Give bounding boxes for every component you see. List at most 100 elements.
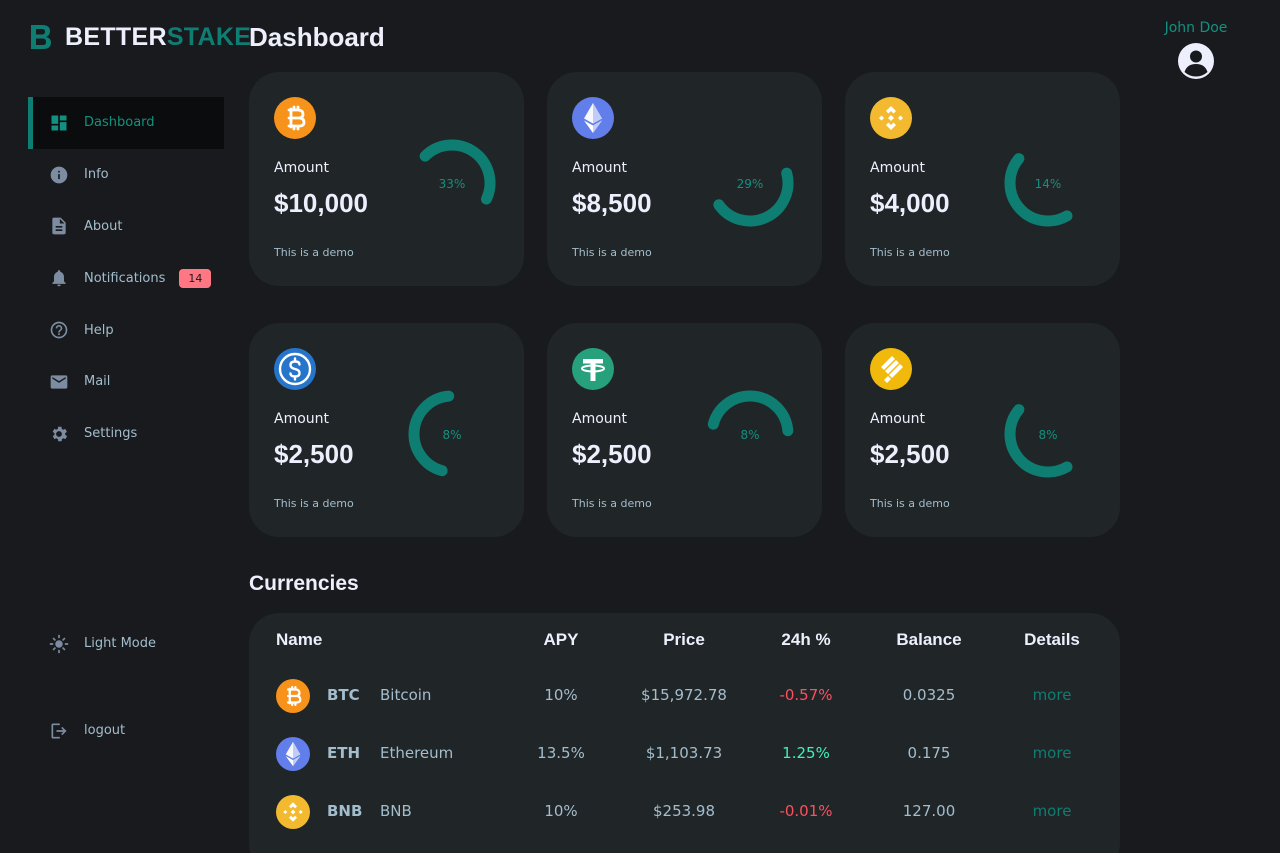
- currency-24h-change: 1.25%: [782, 744, 830, 762]
- column-header-24h-change: 24h %: [781, 630, 831, 649]
- user-profile[interactable]: John Doe: [1150, 20, 1242, 80]
- currency-symbol: BTC: [327, 686, 360, 704]
- info-icon: [48, 164, 70, 186]
- sidebar-item-mail[interactable]: Mail: [28, 356, 224, 408]
- bnb-icon: [276, 795, 310, 829]
- card-label: Amount: [572, 411, 628, 427]
- sidebar-item-label: Settings: [84, 426, 138, 442]
- table-row[interactable]: ETH Ethereum 13.5% $1,103.73 1.25% 0.175…: [249, 734, 1120, 774]
- sidebar-item-notifications[interactable]: Notifications 14: [28, 252, 224, 304]
- light-mode-toggle[interactable]: Light Mode: [28, 618, 224, 670]
- balance-card-eth[interactable]: Amount $8,500 This is a demo 29%: [547, 72, 822, 286]
- ethereum-icon: [572, 97, 614, 139]
- sidebar-item-label: Help: [84, 322, 114, 338]
- column-header-details: Details: [1024, 630, 1080, 649]
- sidebar-item-label: Dashboard: [84, 115, 155, 131]
- sun-icon: [48, 633, 70, 655]
- card-note: This is a demo: [572, 497, 652, 510]
- logout-button[interactable]: logout: [28, 705, 224, 757]
- currency-name: Ethereum: [380, 744, 454, 762]
- gear-icon: [48, 423, 70, 445]
- currency-name: BNB: [380, 802, 412, 820]
- usdc-icon: [274, 348, 316, 390]
- details-link[interactable]: more: [1033, 686, 1072, 704]
- document-icon: [48, 215, 70, 237]
- details-link[interactable]: more: [1033, 802, 1072, 820]
- dashboard-icon: [48, 112, 70, 134]
- currency-balance: 0.175: [907, 744, 951, 762]
- sidebar-item-help[interactable]: Help: [28, 304, 224, 356]
- card-label: Amount: [870, 160, 926, 176]
- progress-percent: 8%: [1038, 428, 1058, 442]
- tether-icon: [572, 348, 614, 390]
- currency-name: Bitcoin: [380, 686, 432, 704]
- table-row[interactable]: BNB BNB 10% $253.98 -0.01% 127.00 more: [249, 792, 1120, 832]
- balance-card-usdt[interactable]: Amount $2,500 This is a demo 8%: [547, 323, 822, 537]
- user-name: John Doe: [1164, 20, 1228, 36]
- currency-symbol: BNB: [327, 802, 363, 820]
- sidebar-item-about[interactable]: About: [28, 201, 224, 253]
- bnb-icon: [870, 97, 912, 139]
- card-label: Amount: [870, 411, 926, 427]
- currency-apy: 13.5%: [537, 744, 585, 762]
- balance-card-bnb[interactable]: Amount $4,000 This is a demo 14%: [845, 72, 1120, 286]
- mail-icon: [48, 371, 70, 393]
- section-title-currencies: Currencies: [249, 572, 359, 595]
- balance-card-usdc[interactable]: Amount $2,500 This is a demo 8%: [249, 323, 524, 537]
- logout-wrap: logout: [28, 705, 224, 757]
- card-amount: $8,500: [572, 188, 652, 218]
- brand-logo[interactable]: BETTERSTAKE: [29, 22, 251, 52]
- busd-icon: [870, 348, 912, 390]
- card-amount: $2,500: [870, 439, 950, 469]
- help-icon: [48, 319, 70, 341]
- currency-price: $1,103.73: [645, 744, 723, 762]
- card-label: Amount: [274, 411, 330, 427]
- sidebar-item-label: Notifications: [84, 270, 166, 286]
- sidebar-item-info[interactable]: Info: [28, 149, 224, 201]
- currency-balance: 0.0325: [902, 686, 956, 704]
- details-link[interactable]: more: [1033, 744, 1072, 762]
- logout-label: logout: [84, 723, 126, 739]
- column-header-apy: APY: [543, 630, 579, 649]
- currency-price: $253.98: [652, 802, 716, 820]
- card-amount: $2,500: [274, 439, 354, 469]
- balance-card-busd[interactable]: Amount $2,500 This is a demo 8%: [845, 323, 1120, 537]
- sidebar-item-dashboard[interactable]: Dashboard: [28, 97, 224, 149]
- progress-arc: [707, 390, 794, 437]
- light-mode-label: Light Mode: [84, 636, 156, 652]
- page-title: Dashboard: [249, 22, 385, 52]
- card-note: This is a demo: [870, 246, 950, 259]
- card-note: This is a demo: [274, 246, 354, 259]
- sidebar-item-label: Info: [84, 167, 109, 183]
- card-label: Amount: [274, 160, 330, 176]
- sidebar-item-settings[interactable]: Settings: [28, 408, 224, 460]
- card-amount: $2,500: [572, 439, 652, 469]
- card-note: This is a demo: [572, 246, 652, 259]
- bell-icon: [48, 267, 70, 289]
- sidebar-item-label: Mail: [84, 374, 111, 390]
- light-mode-toggle-wrap: Light Mode: [28, 618, 224, 670]
- column-header-balance: Balance: [896, 630, 962, 649]
- ethereum-icon: [276, 737, 310, 771]
- currency-24h-change: -0.01%: [779, 802, 833, 820]
- progress-percent: 8%: [442, 428, 462, 442]
- column-header-price: Price: [663, 630, 705, 649]
- balance-card-btc[interactable]: Amount $10,000 This is a demo 33%: [249, 72, 524, 286]
- progress-percent: 14%: [1034, 177, 1062, 191]
- progress-percent: 33%: [438, 177, 466, 191]
- table-row[interactable]: BTC Bitcoin 10% $15,972.78 -0.57% 0.0325…: [249, 676, 1120, 716]
- currency-price: $15,972.78: [641, 686, 727, 704]
- currency-symbol: ETH: [327, 744, 361, 762]
- logout-icon: [48, 720, 70, 742]
- currency-apy: 10%: [544, 686, 578, 704]
- currency-balance: 127.00: [902, 802, 956, 820]
- card-note: This is a demo: [274, 497, 354, 510]
- card-label: Amount: [572, 160, 628, 176]
- progress-percent: 8%: [740, 428, 760, 442]
- card-note: This is a demo: [870, 497, 950, 510]
- avatar-icon[interactable]: [1177, 42, 1215, 80]
- currency-apy: 10%: [544, 802, 578, 820]
- bitcoin-icon: [274, 97, 316, 139]
- brand-name: BETTERSTAKE: [65, 22, 252, 51]
- sidebar-nav: Dashboard Info About Notifications 14 He…: [28, 97, 224, 460]
